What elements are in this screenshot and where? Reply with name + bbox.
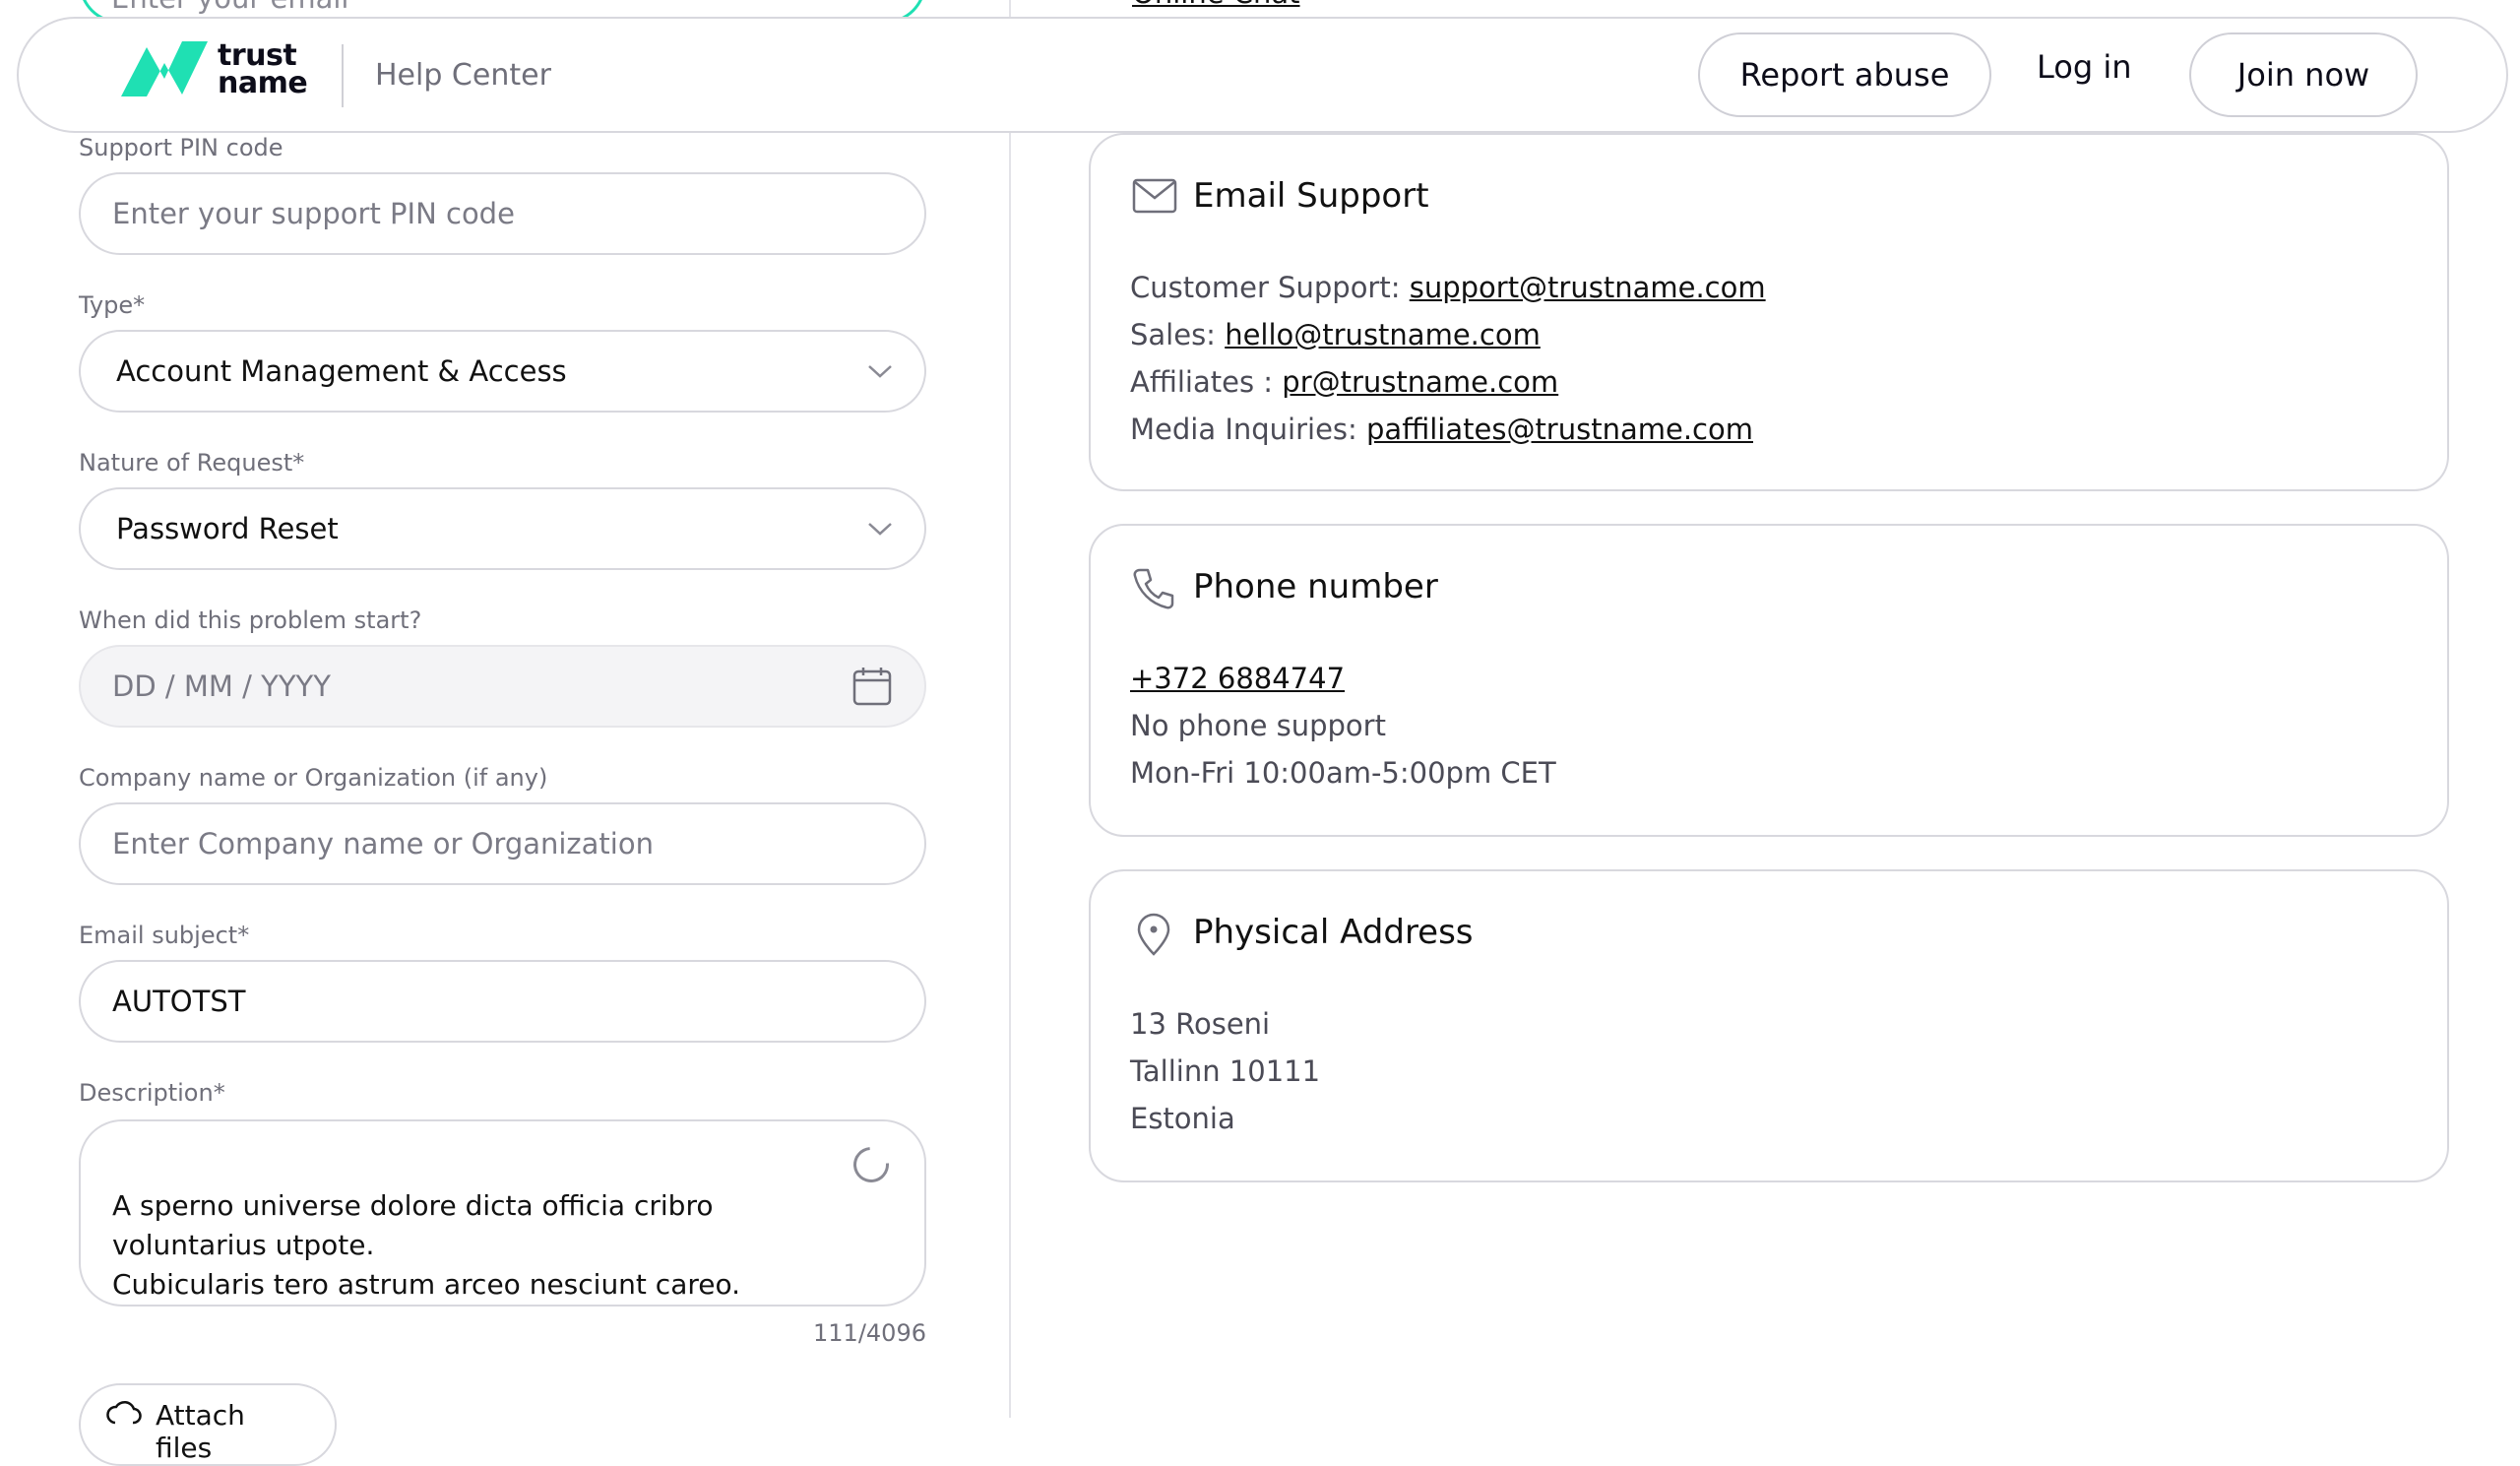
date-placeholder: DD / MM / YYYY <box>112 669 331 703</box>
logo-mark-icon <box>117 35 212 104</box>
logo-wordmark: trust name <box>218 38 308 100</box>
phone-card: Phone number +372 6884747 No phone suppo… <box>1089 524 2449 837</box>
email-support-card: Email Support Customer Support: support@… <box>1089 133 2449 491</box>
logo-separator <box>342 44 344 107</box>
company-input[interactable]: Enter Company name or Organization <box>79 802 926 885</box>
type-value: Account Management & Access <box>116 354 567 388</box>
online-chat-link[interactable]: Online Chat <box>1132 0 1300 10</box>
email-line-sales: Sales: hello@trustname.com <box>1130 318 1541 351</box>
company-label: Company name or Organization (if any) <box>79 764 548 792</box>
email-label: Media Inquiries: <box>1130 413 1357 446</box>
char-counter: 111/4096 <box>813 1319 926 1347</box>
phone-icon <box>1132 567 1175 614</box>
phone-number-link[interactable]: +372 6884747 <box>1130 662 1345 695</box>
report-abuse-button[interactable]: Report abuse <box>1698 32 1991 117</box>
pin-input[interactable]: Enter your support PIN code <box>79 172 926 255</box>
calendar-icon[interactable] <box>851 666 893 707</box>
support-form: Enter your email Support PIN code Enter … <box>0 0 1009 1466</box>
phone-number-line: +372 6884747 <box>1130 662 1345 695</box>
email-link[interactable]: hello@trustname.com <box>1225 318 1541 351</box>
join-now-button[interactable]: Join now <box>2189 32 2418 117</box>
email-label: Sales: <box>1130 318 1216 351</box>
email-line-customer: Customer Support: support@trustname.com <box>1130 271 1766 304</box>
description-label: Description* <box>79 1079 225 1107</box>
email-link[interactable]: pr@trustname.com <box>1282 365 1558 399</box>
subject-value: AUTOTST <box>112 985 246 1018</box>
subject-input[interactable]: AUTOTST <box>79 960 926 1043</box>
chevron-down-icon <box>867 363 893 379</box>
type-select[interactable]: Account Management & Access <box>79 330 926 413</box>
email-placeholder: Enter your email <box>111 0 348 15</box>
nature-value: Password Reset <box>116 512 339 545</box>
company-placeholder: Enter Company name or Organization <box>112 827 654 860</box>
phone-hours: Mon-Fri 10:00am-5:00pm CET <box>1130 756 1556 790</box>
address-line-1: 13 Roseni <box>1130 1007 1271 1041</box>
phone-title: Phone number <box>1193 567 1438 606</box>
date-label: When did this problem start? <box>79 606 422 634</box>
email-label: Customer Support: <box>1130 271 1401 304</box>
email-support-title: Email Support <box>1193 176 1429 216</box>
pin-label: Support PIN code <box>79 134 284 161</box>
description-textarea[interactable]: A sperno universe dolore dicta officia c… <box>79 1119 926 1307</box>
type-label: Type* <box>79 291 146 319</box>
email-link[interactable]: paffiliates@trustname.com <box>1366 413 1753 446</box>
nature-label: Nature of Request* <box>79 449 305 477</box>
date-input[interactable]: DD / MM / YYYY <box>79 645 926 728</box>
phone-note: No phone support <box>1130 709 1386 742</box>
help-center-label: Help Center <box>375 58 551 93</box>
chevron-down-icon <box>867 521 893 537</box>
email-line-affiliates: Affiliates : pr@trustname.com <box>1130 365 1558 399</box>
attach-files-button[interactable]: Attach files <box>79 1383 337 1466</box>
trustname-logo[interactable]: trust name <box>117 35 308 104</box>
email-link[interactable]: support@trustname.com <box>1410 271 1766 304</box>
support-page: Enter your email Support PIN code Enter … <box>0 0 2520 1466</box>
column-divider <box>1009 0 1011 1418</box>
email-line-media: Media Inquiries: paffiliates@trustname.c… <box>1130 413 1753 446</box>
address-title: Physical Address <box>1193 913 1474 952</box>
address-card: Physical Address 13 Roseni Tallinn 10111… <box>1089 869 2449 1182</box>
top-navbar: trust name Help Center Report abuse Log … <box>17 17 2508 133</box>
loading-spinner-icon <box>846 1139 897 1190</box>
envelope-icon <box>1132 178 1177 218</box>
subject-label: Email subject* <box>79 922 250 949</box>
nature-select[interactable]: Password Reset <box>79 487 926 570</box>
pin-placeholder: Enter your support PIN code <box>112 197 515 230</box>
address-line-2: Tallinn 10111 <box>1130 1054 1321 1088</box>
map-pin-icon <box>1136 913 1171 960</box>
log-in-button[interactable]: Log in <box>2037 48 2132 86</box>
attach-files-label: Attach files <box>156 1399 245 1464</box>
email-label: Affiliates : <box>1130 365 1274 399</box>
address-line-3: Estonia <box>1130 1102 1235 1135</box>
description-value: A sperno universe dolore dicta officia c… <box>112 1189 741 1301</box>
